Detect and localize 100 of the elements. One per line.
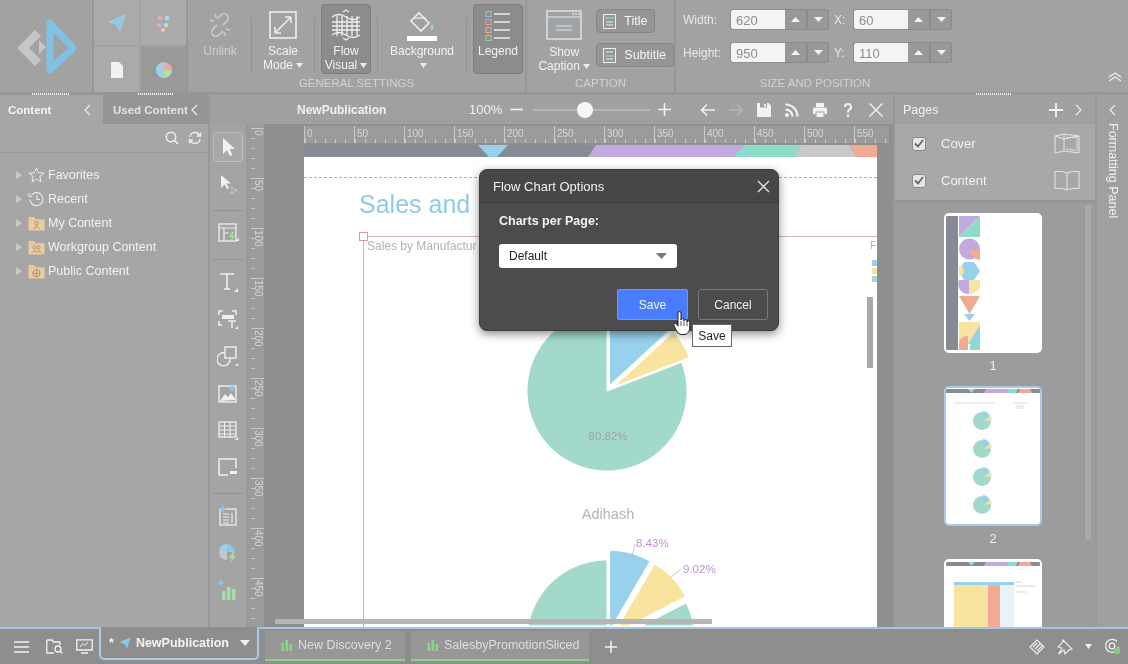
legend-button[interactable]: Legend — [473, 4, 523, 74]
print-icon[interactable] — [812, 101, 829, 118]
triangle-down-icon — [936, 50, 946, 55]
triangle-up-icon — [791, 17, 800, 22]
search-icon[interactable] — [165, 131, 179, 145]
paint-bucket-icon — [406, 9, 438, 41]
zoom-in-icon[interactable] — [658, 103, 672, 116]
decrement-button[interactable] — [930, 9, 952, 30]
increment-button[interactable] — [785, 9, 807, 30]
caret-icon — [656, 253, 667, 259]
formatting-panel-tab[interactable]: Formatting Panel — [1105, 123, 1120, 219]
tree-item[interactable]: My Content — [0, 211, 208, 235]
cancel-button[interactable]: Cancel — [698, 289, 768, 320]
refresh-icon[interactable] — [188, 131, 202, 145]
subtitle-icon — [603, 47, 617, 63]
expand-arrow-icon[interactable] — [16, 171, 22, 179]
history-icon — [28, 191, 45, 207]
striped-diamond-icon[interactable] — [1029, 638, 1045, 655]
number-field[interactable]: 110 — [853, 42, 908, 63]
chevron-right-icon[interactable] — [1075, 103, 1082, 116]
resize-handle[interactable] — [359, 232, 368, 241]
legend-title: F — [870, 240, 877, 251]
ribbon-tab[interactable] — [94, 0, 139, 45]
increment-button[interactable] — [908, 42, 930, 63]
expand-arrow-icon[interactable] — [16, 219, 22, 227]
ruler-number: 350 — [253, 479, 263, 499]
ribbon-tab[interactable] — [141, 47, 186, 92]
decrement-button[interactable] — [807, 9, 829, 30]
bar-chart-plus-icon — [217, 579, 239, 601]
back-arrow-icon[interactable] — [700, 102, 717, 117]
collapse-icon[interactable] — [1108, 72, 1122, 82]
tree-item[interactable]: Public Content — [0, 259, 208, 283]
triangle-down-icon — [813, 17, 823, 22]
tree-item[interactable]: Workgroup Content — [0, 235, 208, 259]
subtitle-button[interactable]: Subtitle — [596, 43, 674, 67]
expand-arrow-icon[interactable] — [16, 243, 22, 251]
increment-button[interactable] — [908, 9, 930, 30]
expand-arrow-icon[interactable] — [16, 195, 22, 203]
caret-icon[interactable] — [1085, 644, 1092, 649]
closed-book-icon — [1054, 133, 1080, 154]
slider-thumb[interactable] — [576, 101, 593, 118]
add-icon[interactable] — [1049, 102, 1063, 117]
chevron-left-icon[interactable] — [191, 103, 198, 116]
save-icon[interactable] — [756, 101, 773, 118]
decrement-button[interactable] — [807, 42, 829, 63]
checkbox[interactable] — [912, 136, 926, 151]
ribbon-tab[interactable] — [94, 47, 139, 92]
ruler-number: 400 — [707, 128, 724, 139]
data-label: 8.43% — [636, 537, 669, 549]
wave-grid-icon — [330, 9, 362, 41]
panel-title: Pages — [903, 102, 940, 117]
flow-visual-button[interactable]: Flow Visual — [321, 4, 371, 74]
ruler-number: 550 — [857, 128, 874, 139]
menu-icon[interactable] — [14, 640, 29, 653]
section-item[interactable]: Cover — [895, 129, 1095, 158]
tree-item[interactable]: Favorites — [0, 163, 208, 187]
panel-tab[interactable]: Used Content — [103, 95, 208, 124]
section-item[interactable]: Content — [895, 166, 1095, 195]
number-field[interactable]: 620 — [730, 9, 785, 30]
ruler-number: 250 — [557, 128, 574, 139]
user-folder-icon — [28, 215, 45, 231]
page-number: 1 — [989, 358, 997, 374]
window-icon — [546, 10, 583, 40]
select-tool[interactable] — [213, 132, 243, 162]
rss-feed-icon[interactable] — [784, 101, 801, 118]
ruler-number: 350 — [657, 128, 674, 139]
pin-icon[interactable] — [1057, 638, 1073, 655]
close-icon[interactable] — [757, 179, 770, 193]
document-tab[interactable]: New Discovery 2 — [264, 631, 405, 661]
zoom-level: 100% — [469, 102, 503, 117]
document-tab[interactable]: SalesbyPromotionSliced — [410, 631, 589, 661]
caret-icon[interactable] — [239, 639, 250, 646]
document-tab[interactable]: * NewPublication — [99, 627, 259, 660]
logo-icon — [15, 18, 77, 74]
decrement-button[interactable] — [930, 42, 952, 63]
save-button[interactable]: Save — [617, 289, 688, 320]
ring-status-icon[interactable] — [1104, 638, 1121, 655]
add-tab-icon[interactable] — [604, 640, 617, 653]
number-field[interactable]: 950 — [730, 42, 785, 63]
checkbox[interactable] — [912, 173, 926, 188]
folder-search-icon[interactable] — [46, 639, 63, 654]
title-button[interactable]: Title — [596, 9, 656, 33]
show-caption-button[interactable]: Show Caption — [536, 4, 593, 74]
increment-button[interactable] — [785, 42, 807, 63]
expand-arrow-icon[interactable] — [16, 267, 22, 275]
tree-item[interactable]: Recent — [0, 187, 208, 211]
background-button[interactable]: Background — [384, 4, 460, 74]
number-field[interactable]: 60 — [853, 9, 908, 30]
chevron-left-icon[interactable] — [1109, 104, 1116, 116]
screen-icon[interactable] — [76, 639, 93, 654]
triangle-up-icon — [914, 17, 923, 22]
ruler-number: 150 — [457, 128, 474, 139]
ruler-number: 300 — [253, 429, 263, 449]
scrollbar-thumb[interactable] — [867, 297, 873, 368]
ruler-number: 450 — [757, 128, 774, 139]
chevron-left-icon[interactable] — [84, 103, 91, 116]
scale-mode-button[interactable]: Scale Mode — [258, 4, 308, 74]
ribbon-tab[interactable] — [141, 0, 186, 45]
scrollbar-thumb[interactable] — [275, 619, 712, 624]
charts-per-page-dropdown[interactable]: Default — [499, 244, 677, 268]
